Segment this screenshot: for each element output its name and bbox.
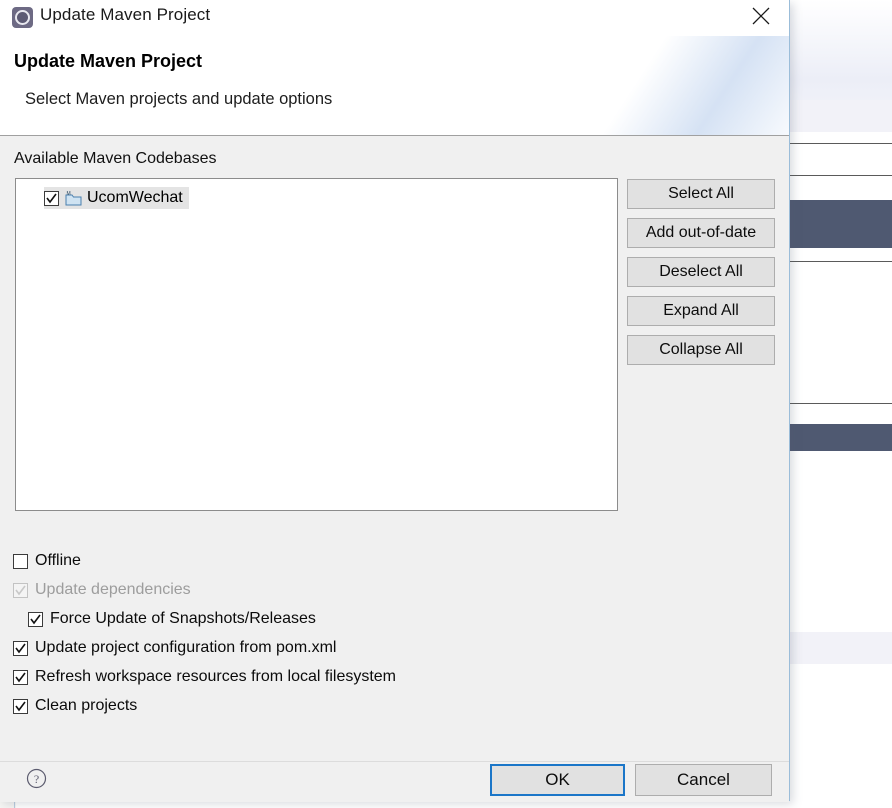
refresh-workspace-label: Refresh workspace resources from local f…	[35, 668, 397, 685]
maven-gear-icon	[12, 7, 33, 28]
page-subtitle: Select Maven projects and update options	[25, 90, 333, 108]
tree-item-ucomwechat[interactable]: M UcomWechat	[44, 187, 189, 209]
update-project-configuration-checkbox[interactable]	[13, 640, 28, 656]
select-all-button[interactable]: Select All	[627, 179, 775, 209]
option-update-project-configuration[interactable]: Update project configuration from pom.xm…	[13, 637, 336, 659]
available-codebases-label: Available Maven Codebases	[14, 150, 217, 167]
offline-label: Offline	[35, 552, 81, 569]
cancel-button[interactable]: Cancel	[635, 764, 772, 796]
dialog-body: Available Maven Codebases M UcomWechat S…	[0, 136, 789, 761]
option-force-update[interactable]: Force Update of Snapshots/Releases	[28, 608, 316, 630]
ok-button[interactable]: OK	[490, 764, 625, 796]
option-clean-projects[interactable]: Clean projects	[13, 695, 137, 717]
add-out-of-date-button[interactable]: Add out-of-date	[627, 218, 775, 248]
refresh-workspace-checkbox[interactable]	[13, 669, 28, 685]
dialog-header: Update Maven Project Select Maven projec…	[0, 36, 789, 136]
force-update-checkbox[interactable]	[28, 611, 43, 627]
expand-all-button[interactable]: Expand All	[627, 296, 775, 326]
maven-codebases-tree[interactable]: M UcomWechat	[15, 178, 618, 511]
update-dependencies-checkbox	[13, 582, 28, 598]
dialog-title-bar: Update Maven Project	[0, 0, 789, 36]
tree-item-checkbox[interactable]	[44, 190, 59, 206]
update-project-configuration-label: Update project configuration from pom.xm…	[35, 639, 337, 656]
collapse-all-button[interactable]: Collapse All	[627, 335, 775, 365]
offline-checkbox[interactable]	[13, 553, 28, 569]
option-refresh-workspace[interactable]: Refresh workspace resources from local f…	[13, 666, 396, 688]
svg-text:?: ?	[34, 772, 39, 786]
clean-projects-label: Clean projects	[35, 697, 138, 714]
help-question-icon[interactable]: ?	[26, 768, 47, 789]
tree-item-label: UcomWechat	[87, 189, 183, 206]
deselect-all-button[interactable]: Deselect All	[627, 257, 775, 287]
maven-project-icon: M	[65, 191, 82, 206]
page-title: Update Maven Project	[14, 51, 203, 71]
svg-text:M: M	[67, 191, 71, 197]
update-maven-project-dialog: Update Maven Project Update Maven Projec…	[0, 0, 790, 802]
option-offline[interactable]: Offline	[13, 550, 81, 572]
update-dependencies-label: Update dependencies	[35, 581, 191, 598]
force-update-label: Force Update of Snapshots/Releases	[50, 610, 316, 627]
dialog-title: Update Maven Project	[40, 5, 211, 24]
header-watermark-graphic	[572, 36, 789, 135]
close-icon[interactable]	[741, 0, 781, 32]
clean-projects-checkbox[interactable]	[13, 698, 28, 714]
option-update-dependencies: Update dependencies	[13, 579, 191, 601]
dialog-footer: ? OK Cancel	[0, 761, 789, 802]
